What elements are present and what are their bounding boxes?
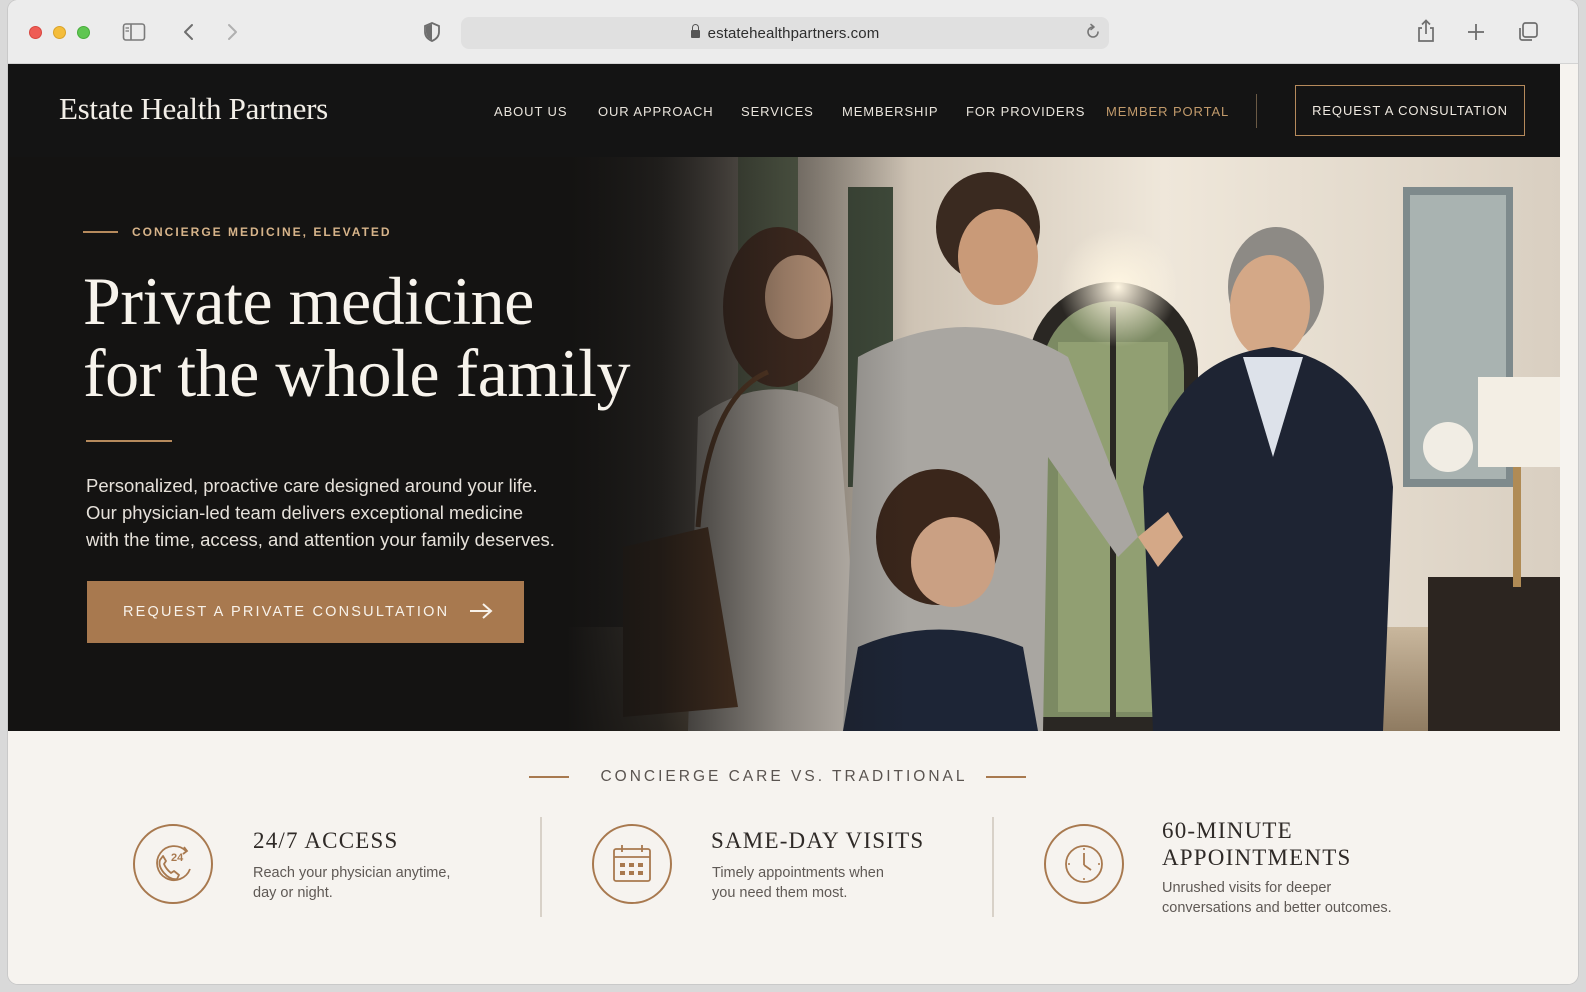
feature-title-60-minute-line2: APPOINTMENTS	[1162, 845, 1352, 870]
hero-description-line3: with the time, access, and attention you…	[86, 529, 555, 550]
tab-overview-icon[interactable]	[1517, 21, 1539, 48]
share-icon[interactable]	[1416, 19, 1436, 48]
hero-description-line2: Our physician-led team delivers exceptio…	[86, 502, 524, 523]
phone-24-badge: 24	[171, 852, 184, 864]
back-icon[interactable]	[182, 22, 196, 47]
hero-description-line1: Personalized, proactive care designed ar…	[86, 475, 538, 496]
website: Estate Health Partners ABOUT US OUR APPR…	[8, 64, 1578, 984]
feature-desc-access-line2: day or night.	[253, 885, 333, 901]
nav-services[interactable]: SERVICES	[741, 104, 814, 119]
eyebrow-rule	[83, 231, 118, 233]
hero-cta-label: REQUEST A PRIVATE CONSULTATION	[123, 604, 450, 620]
clock-icon	[1044, 824, 1124, 904]
site-logo[interactable]: Estate Health Partners	[59, 91, 328, 127]
minimize-window-button[interactable]	[53, 26, 66, 39]
feature-divider	[992, 817, 994, 917]
phone-24-icon: 24	[133, 824, 213, 904]
nav-for-providers[interactable]: FOR PROVIDERS	[966, 104, 1085, 119]
hero-title-line2: for the whole family	[83, 335, 631, 411]
new-tab-icon[interactable]	[1466, 22, 1486, 47]
hero-title-line1: Private medicine	[83, 263, 534, 339]
features-section: CONCIERGE CARE VS. TRADITIONAL 24 24/7 A…	[8, 731, 1578, 984]
hero-section: CONCIERGE MEDICINE, ELEVATED Private med…	[8, 157, 1560, 731]
nav-about-us[interactable]: ABOUT US	[494, 104, 567, 119]
feature-desc-same-day-line2: you need them most.	[712, 885, 848, 901]
nav-divider	[1256, 94, 1257, 128]
hero-title: Private medicine for the whole family	[83, 265, 683, 409]
hero-gradient-overlay	[8, 157, 1560, 731]
title-rule	[86, 440, 172, 442]
privacy-shield-icon[interactable]	[423, 21, 441, 48]
browser-toolbar: estatehealthpartners.com	[8, 0, 1578, 64]
close-window-button[interactable]	[29, 26, 42, 39]
feature-title-60-minute: 60-MINUTE APPOINTMENTS	[1162, 817, 1351, 871]
hero-description: Personalized, proactive care designed ar…	[86, 472, 606, 553]
section-title-rule-right	[986, 776, 1026, 778]
request-private-consultation-button[interactable]: REQUEST A PRIVATE CONSULTATION	[87, 581, 524, 643]
feature-desc-60-minute-line1: Unrushed visits for deeper	[1162, 880, 1332, 896]
nav-membership[interactable]: MEMBERSHIP	[842, 104, 938, 119]
zoom-window-button[interactable]	[77, 26, 90, 39]
feature-desc-same-day-line1: Timely appointments when	[712, 865, 884, 881]
site-header: Estate Health Partners ABOUT US OUR APPR…	[8, 64, 1560, 157]
feature-desc-60-minute: Unrushed visits for deeper conversations…	[1162, 878, 1392, 918]
feature-title-same-day: SAME-DAY VISITS	[711, 828, 925, 853]
feature-desc-access: Reach your physician anytime, day or nig…	[253, 863, 450, 903]
feature-title-access: 24/7 ACCESS	[253, 828, 399, 853]
lock-icon	[690, 24, 700, 38]
sidebar-toggle-icon[interactable]	[122, 22, 146, 47]
browser-window: estatehealthpartners.com Estate Health P…	[8, 0, 1578, 984]
forward-icon[interactable]	[225, 22, 239, 47]
request-consultation-button[interactable]: REQUEST A CONSULTATION	[1295, 85, 1525, 136]
feature-title-60-minute-line1: 60-MINUTE	[1162, 818, 1293, 843]
feature-desc-access-line1: Reach your physician anytime,	[253, 865, 451, 881]
url-text: estatehealthpartners.com	[707, 25, 880, 42]
nav-our-approach[interactable]: OUR APPROACH	[598, 104, 714, 119]
reload-icon[interactable]	[1085, 23, 1101, 46]
section-title: CONCIERGE CARE VS. TRADITIONAL	[600, 768, 968, 785]
address-bar[interactable]: estatehealthpartners.com	[461, 17, 1109, 49]
calendar-icon	[592, 824, 672, 904]
feature-desc-same-day: Timely appointments when you need them m…	[712, 863, 884, 903]
hero-eyebrow: CONCIERGE MEDICINE, ELEVATED	[132, 225, 392, 239]
feature-divider	[540, 817, 542, 917]
arrow-right-icon	[468, 601, 494, 625]
feature-desc-60-minute-line2: conversations and better outcomes.	[1162, 900, 1392, 916]
nav-member-portal[interactable]: MEMBER PORTAL	[1106, 104, 1229, 119]
